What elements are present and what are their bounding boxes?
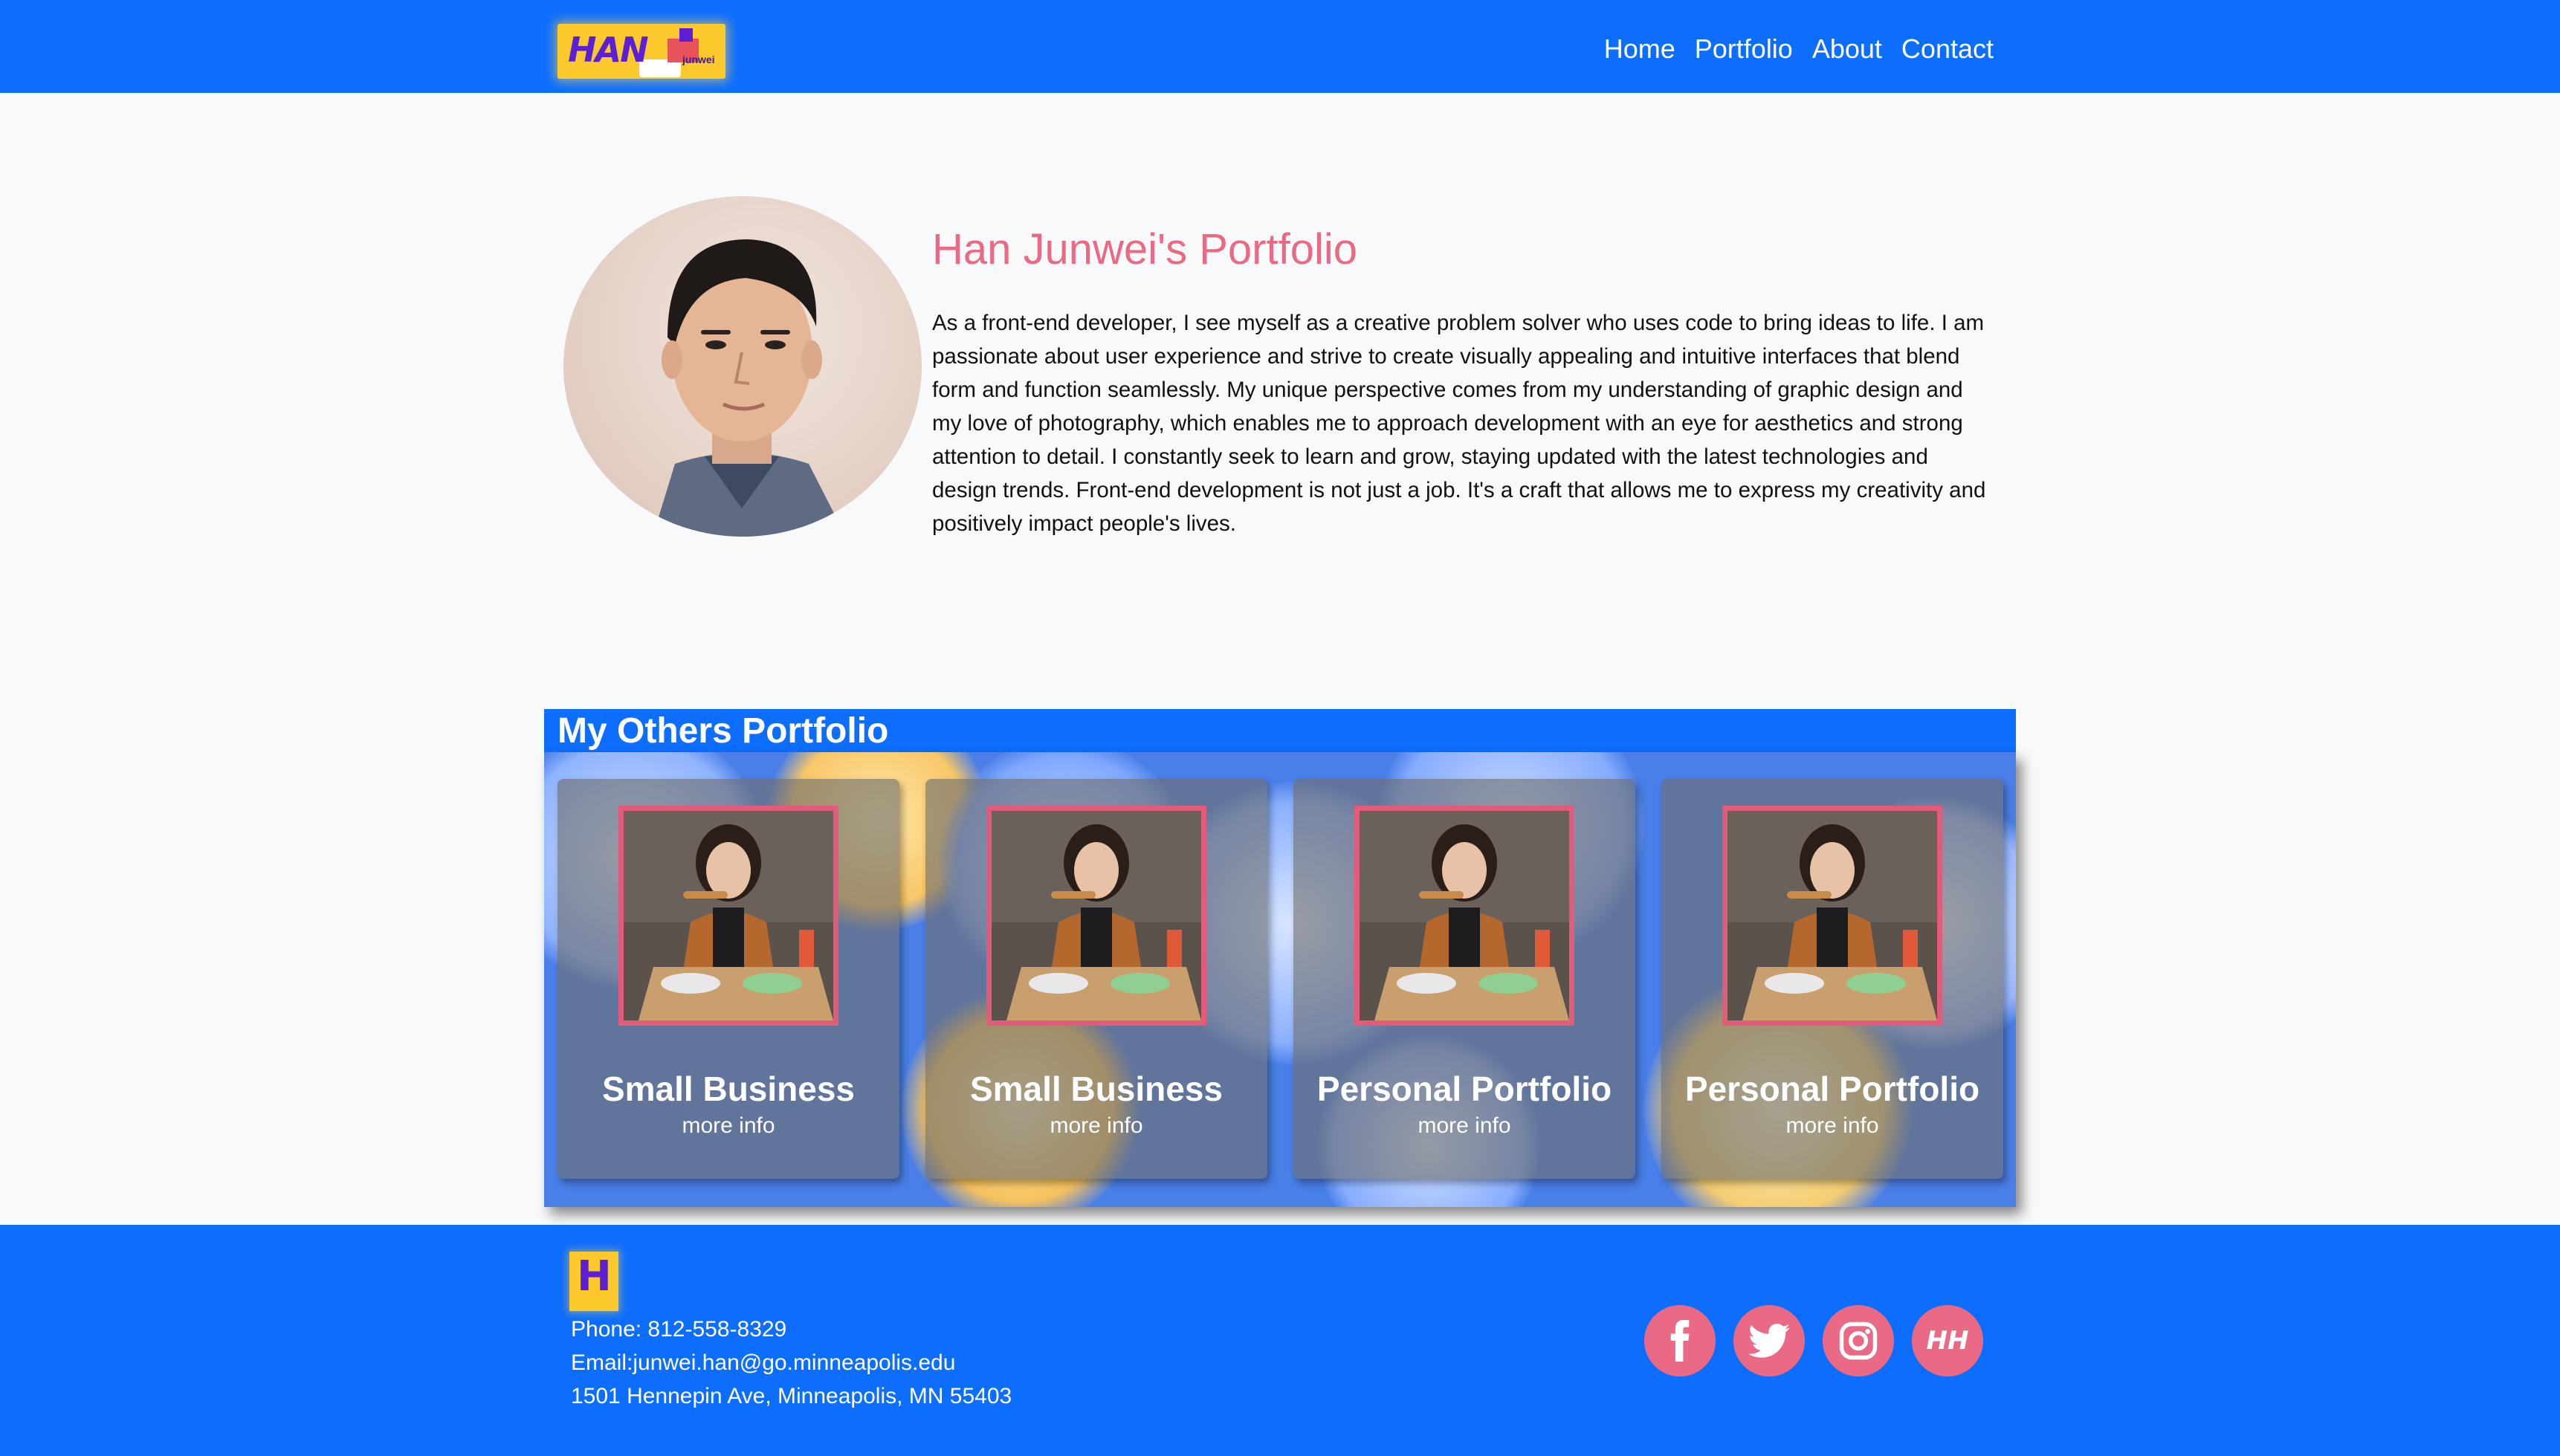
social-links: HH — [1644, 1305, 1983, 1376]
more-info-link[interactable]: more info — [1661, 1113, 2003, 1139]
top-navbar: HAN junwei Home Portfolio About Contact — [0, 0, 2560, 93]
site-footer: H Phone: 812-558-8329 Email:junwei.han@g… — [0, 1225, 2560, 1456]
hh-icon-label: HH — [1926, 1326, 1969, 1356]
card-title: Personal Portfolio — [1316, 1070, 1612, 1108]
nav-about[interactable]: About — [1812, 33, 1882, 65]
portfolio-card[interactable]: Personal Portfolio more info — [1661, 779, 2003, 1179]
instagram-icon[interactable] — [1823, 1305, 1894, 1376]
card-photo — [618, 806, 838, 1026]
card-title: Personal Portfolio — [1684, 1070, 1980, 1108]
portrait-illustration — [653, 239, 846, 537]
food-photo-illustration — [992, 811, 1201, 1020]
food-photo-illustration — [1727, 811, 1937, 1020]
portfolio-gallery: Small Business more info Small Business … — [544, 752, 2016, 1207]
card-photo — [1354, 806, 1574, 1026]
portfolio-card[interactable]: Small Business more info — [557, 779, 899, 1179]
logo-subtext: junwei — [682, 54, 715, 65]
page-title: Han Junwei's Portfolio — [932, 225, 1358, 274]
nav-home[interactable]: Home — [1604, 33, 1675, 65]
nav-portfolio[interactable]: Portfolio — [1695, 33, 1793, 65]
logo-text: HAN — [568, 30, 649, 70]
main-nav: Home Portfolio About Contact — [1604, 33, 1994, 65]
facebook-icon[interactable] — [1644, 1305, 1716, 1376]
footer-logo-letter: H — [577, 1252, 612, 1301]
contact-info: Phone: 812-558-8329 Email:junwei.han@go.… — [571, 1313, 1012, 1413]
phone-text: Phone: 812-558-8329 — [571, 1317, 787, 1342]
brand-logo[interactable]: HAN junwei — [557, 24, 725, 79]
address-text: 1501 Hennepin Ave, Minneapolis, MN 55403 — [571, 1384, 1012, 1408]
portfolio-card[interactable]: Small Business more info — [925, 779, 1267, 1179]
logo-shape — [679, 28, 693, 42]
more-info-link[interactable]: more info — [557, 1113, 899, 1139]
portfolio-card[interactable]: Personal Portfolio more info — [1293, 779, 1635, 1179]
food-photo-illustration — [624, 811, 833, 1020]
more-info-link[interactable]: more info — [1293, 1113, 1635, 1139]
bio-text: As a front-end developer, I see myself a… — [932, 311, 1986, 536]
twitter-icon[interactable] — [1733, 1305, 1805, 1376]
card-photo — [986, 806, 1206, 1026]
portfolio-title: My Others Portfolio — [557, 711, 889, 751]
card-title: Small Business — [601, 1070, 856, 1108]
more-info-link[interactable]: more info — [925, 1113, 1267, 1139]
portfolio-header: My Others Portfolio — [544, 709, 2016, 752]
card-photo — [1722, 806, 1942, 1026]
hh-icon[interactable]: HH — [1912, 1305, 1983, 1376]
card-title: Small Business — [969, 1070, 1224, 1108]
profile-photo — [563, 196, 922, 537]
email-text: Email:junwei.han@go.minneapolis.edu — [571, 1350, 956, 1375]
food-photo-illustration — [1360, 811, 1569, 1020]
footer-logo[interactable]: H — [569, 1252, 618, 1311]
nav-contact[interactable]: Contact — [1901, 33, 1994, 65]
